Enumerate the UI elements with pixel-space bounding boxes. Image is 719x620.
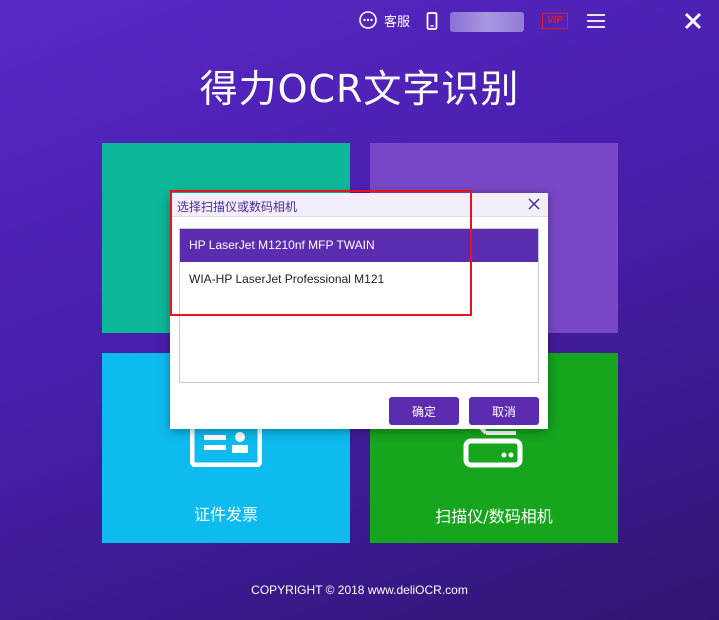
phone-icon (426, 12, 438, 30)
title-bar: 客服 VIP (0, 0, 719, 44)
phone-button[interactable] (426, 12, 438, 30)
menu-button[interactable] (586, 13, 606, 29)
close-icon[interactable] (528, 198, 540, 210)
device-item-selected[interactable]: HP LaserJet M1210nf MFP TWAIN (180, 229, 538, 262)
customer-service-label: 客服 (384, 14, 411, 30)
confirm-button[interactable]: 确定 (389, 397, 459, 425)
customer-service-button[interactable]: 客服 (358, 10, 410, 30)
account-info-blurred (450, 12, 524, 32)
tile-label: 证件发票 (193, 505, 258, 524)
dialog-header: 选择扫描仪或数码相机 (170, 193, 548, 217)
tile-label: 扫描仪/数码相机 (435, 507, 553, 526)
close-icon (684, 12, 702, 30)
window-close-button[interactable] (683, 11, 703, 31)
vip-icon[interactable]: VIP (542, 13, 568, 29)
chat-icon (359, 11, 377, 29)
device-list[interactable]: HP LaserJet M1210nf MFP TWAIN WIA-HP Las… (179, 228, 539, 383)
copyright-text: COPYRIGHT © 2018 www.deliOCR.com (251, 583, 468, 597)
dialog-title: 选择扫描仪或数码相机 (177, 200, 298, 214)
menu-icon (587, 14, 605, 28)
device-item[interactable]: WIA-HP LaserJet Professional M121 (180, 263, 538, 296)
select-scanner-dialog: 选择扫描仪或数码相机 HP LaserJet M1210nf MFP TWAIN… (170, 193, 548, 429)
app-title: 得力OCR文字识别 (199, 67, 520, 111)
cancel-button[interactable]: 取消 (469, 397, 539, 425)
